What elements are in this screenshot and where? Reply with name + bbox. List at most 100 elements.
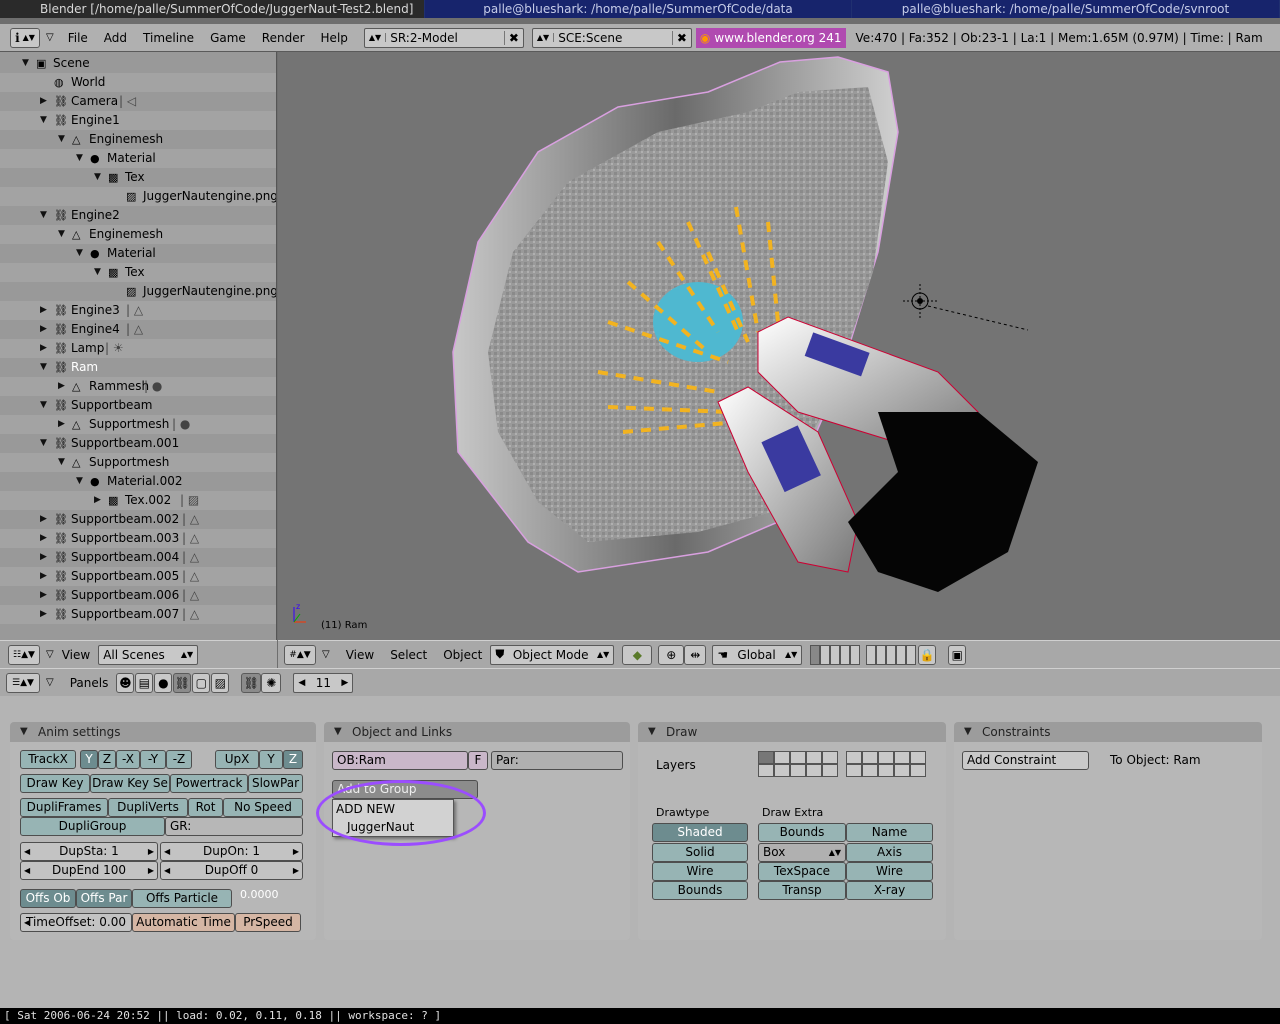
outliner-item-label[interactable]: Supportmesh xyxy=(89,415,169,434)
outliner-item-label[interactable]: Scene xyxy=(53,54,90,73)
mesh-icon[interactable]: | △ xyxy=(182,529,199,548)
window-title-terminal-data[interactable]: palle@blueshark: /home/palle/SummerOfCod… xyxy=(425,0,852,18)
offs-ob-button[interactable]: Offs Ob xyxy=(20,889,76,908)
screen-delete-icon[interactable]: ✖ xyxy=(503,30,523,45)
extra-name-button[interactable]: Name xyxy=(846,823,933,842)
collapse-triangle-icon[interactable]: ▼ xyxy=(58,130,65,149)
outliner-row[interactable]: ▼ ▩ Tex xyxy=(0,168,276,187)
object-icon[interactable]: ⛓ xyxy=(54,92,68,111)
fake-user-button[interactable]: F xyxy=(468,751,488,770)
render-preview-button[interactable]: ▣ xyxy=(948,644,967,665)
outliner-row[interactable]: ▼ △ Supportmesh xyxy=(0,453,276,472)
pivot-select[interactable]: ⊕ xyxy=(658,644,685,665)
collapse-triangle-icon[interactable]: ▼ xyxy=(22,54,29,73)
outliner-item-label[interactable]: Supportmesh xyxy=(89,453,169,472)
object-layer-toggle[interactable] xyxy=(846,764,862,777)
track-y-button[interactable]: Y xyxy=(80,750,98,769)
scene-delete-icon[interactable]: ✖ xyxy=(671,30,691,45)
object-icon[interactable]: ⛓ xyxy=(54,396,68,415)
menu-game[interactable]: Game xyxy=(202,31,254,45)
manipulator-toggle[interactable]: ⇹ xyxy=(684,644,707,665)
menu-add[interactable]: Add xyxy=(96,31,135,45)
drawtype-shaded-button[interactable]: Shaded xyxy=(652,823,748,842)
dupsta-field[interactable]: ◀ DupSta: 1 ▶ xyxy=(20,842,158,861)
expand-triangle-icon[interactable]: ▶ xyxy=(40,339,47,358)
object-layer-toggle[interactable] xyxy=(846,751,862,764)
object-icon[interactable]: ⛓ xyxy=(54,567,68,586)
window-title-blender[interactable]: Blender [/home/palle/SummerOfCode/Jugger… xyxy=(0,0,425,18)
no-speed-button[interactable]: No Speed xyxy=(223,798,303,817)
object-layer-toggle[interactable] xyxy=(758,751,774,764)
view3d-select-menu[interactable]: Select xyxy=(382,648,435,662)
scene-name[interactable]: SCE:Scene xyxy=(554,31,672,45)
mesh-icon[interactable]: | △ xyxy=(126,301,143,320)
outliner-row[interactable]: ▶ ⛓ Supportbeam.002 | △ xyxy=(0,510,276,529)
object-layer-toggle[interactable] xyxy=(806,764,822,777)
object-icon[interactable]: ⛓ xyxy=(54,434,68,453)
view3d-view-menu[interactable]: View xyxy=(338,648,382,662)
object-layer-toggle[interactable] xyxy=(878,764,894,777)
collapse-menu-icon[interactable]: ▽ xyxy=(322,649,330,660)
outliner-item-label[interactable]: Lamp xyxy=(71,339,104,358)
outliner-item-label[interactable]: Engine4 xyxy=(71,320,120,339)
dupliframes-button[interactable]: DupliFrames xyxy=(20,798,108,817)
menu-timeline[interactable]: Timeline xyxy=(135,31,202,45)
physics-subcontext-icon[interactable]: ✺ xyxy=(261,672,282,693)
layer-toggle[interactable] xyxy=(906,644,917,665)
outliner-item-label[interactable]: Supportbeam.005 xyxy=(71,567,179,586)
object-context-icon[interactable]: ⛓ xyxy=(173,672,192,693)
collapse-triangle-icon[interactable]: ▼ xyxy=(58,453,65,472)
collapse-triangle-icon[interactable]: ▼ xyxy=(76,472,83,491)
object-layer-toggle[interactable] xyxy=(910,764,926,777)
object-layer-toggle[interactable] xyxy=(862,751,878,764)
expand-triangle-icon[interactable]: ▶ xyxy=(40,92,47,111)
view3d-object-menu[interactable]: Object xyxy=(435,648,490,662)
outliner-row[interactable]: ▼ ⛓ Ram xyxy=(0,358,276,377)
outliner-item-label[interactable]: Engine1 xyxy=(71,111,120,130)
outliner-row[interactable]: ▶ ⛓ Lamp | ☀ xyxy=(0,339,276,358)
layer-toggle[interactable] xyxy=(886,644,897,665)
extra-transp-button[interactable]: Transp xyxy=(758,881,846,900)
drawtype-bounds-button[interactable]: Bounds xyxy=(652,881,748,900)
object-layer-toggle[interactable] xyxy=(806,751,822,764)
scene-icon[interactable]: ▣ xyxy=(36,54,46,73)
prspeed-button[interactable]: PrSpeed xyxy=(235,913,301,932)
frame-number-field[interactable]: ◀ 11 ▶ xyxy=(293,672,354,693)
up-y-button[interactable]: Y xyxy=(259,750,283,769)
dupoff-field[interactable]: ◀ DupOff 0 ▶ xyxy=(160,861,303,880)
outliner-item-label[interactable]: Enginemesh xyxy=(89,130,163,149)
outliner-item-label[interactable]: Supportbeam.007 xyxy=(71,605,179,624)
outliner-row[interactable]: ▼ ● Material.002 xyxy=(0,472,276,491)
object-layers-1[interactable] xyxy=(758,751,838,777)
expand-triangle-icon[interactable]: ▶ xyxy=(40,586,47,605)
image-icon[interactable]: ▨ xyxy=(126,282,136,301)
layer-toggle[interactable] xyxy=(840,644,851,665)
outliner-row[interactable]: ▼ ⛓ Engine1 xyxy=(0,111,276,130)
outliner-item-label[interactable]: JuggerNautengine.png xyxy=(143,282,276,301)
extra-texspace-button[interactable]: TexSpace xyxy=(758,862,846,881)
layer-toggle[interactable] xyxy=(830,644,841,665)
outliner-row[interactable]: ▼ ● Material xyxy=(0,244,276,263)
object-icon[interactable]: ⛓ xyxy=(54,206,68,225)
object-layer-toggle[interactable] xyxy=(822,764,838,777)
layer-toggle[interactable] xyxy=(876,644,887,665)
object-layer-toggle[interactable] xyxy=(894,764,910,777)
outliner-item-label[interactable]: Rammesh xyxy=(89,377,149,396)
object-icon[interactable]: ⛓ xyxy=(54,529,68,548)
texture-icon[interactable]: ▩ xyxy=(108,168,118,187)
object-icon[interactable]: ⛓ xyxy=(54,301,68,320)
track-negy-button[interactable]: -Y xyxy=(140,750,166,769)
mesh-icon[interactable]: | △ xyxy=(182,605,199,624)
outliner-item-label[interactable]: Engine2 xyxy=(71,206,120,225)
track-negz-button[interactable]: -Z xyxy=(166,750,192,769)
orientation-select[interactable]: ☚ Global ▲▼ xyxy=(712,644,803,665)
outliner-row[interactable]: ▨ JuggerNautengine.png xyxy=(0,187,276,206)
outliner-display-select[interactable]: All Scenes ▲▼ xyxy=(98,644,199,665)
collapse-triangle-icon[interactable]: ▼ xyxy=(94,263,101,282)
camera-icon[interactable]: | ◁ xyxy=(119,92,136,111)
draw-key-sel-button[interactable]: Draw Key Se xyxy=(90,774,170,793)
extra-axis-button[interactable]: Axis xyxy=(846,843,933,862)
expand-triangle-icon[interactable]: ▶ xyxy=(40,510,47,529)
mode-select[interactable]: ⛊ Object Mode ▲▼ xyxy=(490,644,615,665)
outliner-row[interactable]: ▶ ⛓ Camera | ◁ xyxy=(0,92,276,111)
